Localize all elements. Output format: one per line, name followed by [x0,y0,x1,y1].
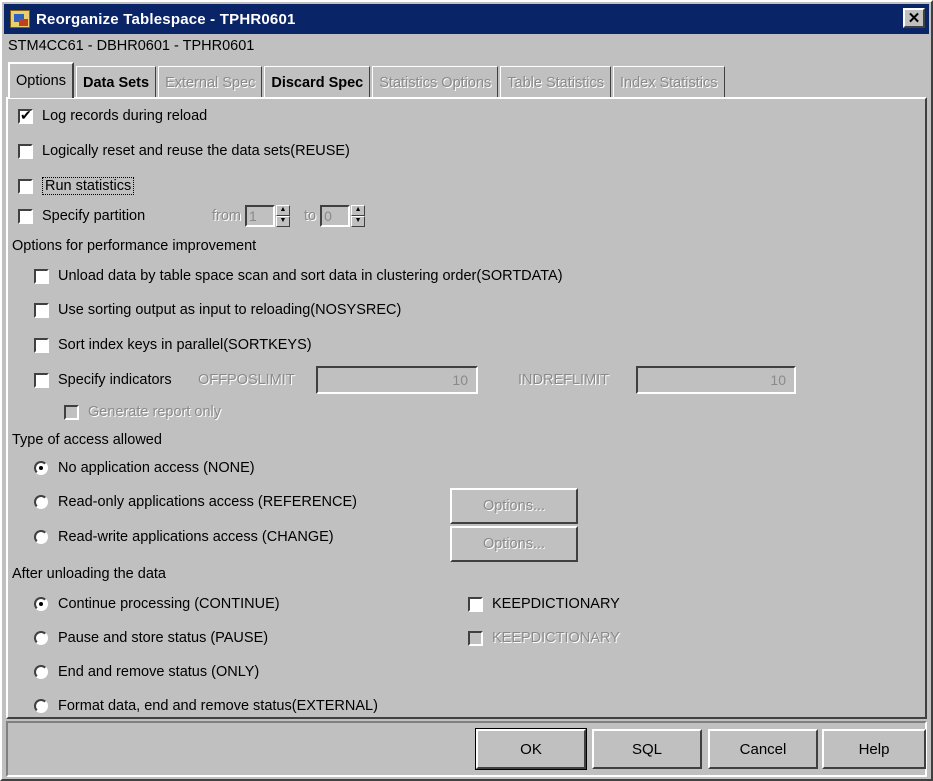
tab-statistics-options: Statistics Options [372,66,499,98]
access-change-option[interactable]: Read-write applications access (CHANGE) [34,529,334,545]
close-icon[interactable]: ✕ [903,8,925,28]
specify-partition-label: Specify partition [42,208,146,224]
unload-continue-radio[interactable] [34,597,48,611]
unload-external-radio[interactable] [34,699,48,713]
partition-from-input: 1 [245,205,275,227]
report-only-label: Generate report only [88,404,221,420]
ok-button[interactable]: OK [475,728,587,770]
run-statistics-label: Run statistics [42,177,135,195]
object-path: STM4CC61 - DBHR0601 - TPHR0601 [8,38,255,54]
cancel-button[interactable]: Cancel [708,729,818,769]
unload-pause-option[interactable]: Pause and store status (PAUSE) [34,630,268,646]
sortkeys-checkbox[interactable] [34,337,49,353]
run-statistics-checkbox[interactable] [18,178,33,194]
partition-to-input: 0 [320,205,351,227]
sortkeys-label: Sort index keys in parallel(SORTKEYS) [58,337,312,353]
window-title: Reorganize Tablespace - TPHR0601 [36,10,296,28]
access-reference-option[interactable]: Read-only applications access (REFERENCE… [34,494,357,510]
tab-external-spec: External Spec [158,66,263,98]
keepdictionary-disabled-label: KEEPDICTIONARY [492,630,620,646]
indicators-checkbox[interactable] [34,372,49,388]
tab-strip: Options Data Sets External Spec Discard … [8,62,727,98]
tablespace-app-icon [10,10,30,28]
partition-to-spinner: ▲ ▼ [351,205,366,227]
unload-continue-label: Continue processing (CONTINUE) [58,596,280,612]
reuse-checkbox[interactable] [18,143,33,159]
nosysrec-option[interactable]: Use sorting output as input to reloading… [34,302,401,318]
keepdictionary-disabled-option: KEEPDICTIONARY [468,630,620,646]
access-none-option[interactable]: No application access (NONE) [34,460,255,476]
reuse-label: Logically reset and reuse the data sets(… [42,143,350,159]
tab-data-sets[interactable]: Data Sets [75,66,157,98]
nosysrec-checkbox[interactable] [34,302,49,318]
access-change-radio[interactable] [34,530,48,544]
tab-table-statistics: Table Statistics [500,66,611,98]
sortdata-label: Unload data by table space scan and sort… [58,268,563,284]
keepdictionary-checkbox[interactable] [468,596,483,612]
sortdata-option[interactable]: Unload data by table space scan and sort… [34,268,563,284]
indicators-label: Specify indicators [58,372,172,388]
indreflimit-field: 10 [636,366,796,394]
specify-partition-checkbox[interactable] [18,208,33,224]
dialog-window: Reorganize Tablespace - TPHR0601 ✕ STM4C… [0,0,933,781]
keepdictionary-option[interactable]: KEEPDICTIONARY [468,596,620,612]
log-records-checkbox[interactable] [18,107,33,124]
sortkeys-option[interactable]: Sort index keys in parallel(SORTKEYS) [34,337,312,353]
reference-options-button: Options... [450,488,578,524]
performance-heading: Options for performance improvement [12,238,257,254]
unload-external-label: Format data, end and remove status(EXTER… [58,698,378,714]
run-statistics-option[interactable]: Run statistics [18,177,135,195]
tab-discard-spec[interactable]: Discard Spec [264,66,371,98]
log-records-label: Log records during reload [42,108,208,124]
unload-pause-radio[interactable] [34,631,48,645]
offposlimit-label: OFFPOSLIMIT [198,372,295,388]
keepdictionary-label: KEEPDICTIONARY [492,596,620,612]
unload-heading: After unloading the data [12,566,166,582]
access-heading: Type of access allowed [12,432,162,448]
access-change-label: Read-write applications access (CHANGE) [58,529,334,545]
unload-pause-label: Pause and store status (PAUSE) [58,630,269,646]
help-button[interactable]: Help [822,729,926,769]
title-bar[interactable]: Reorganize Tablespace - TPHR0601 ✕ [4,4,929,34]
partition-to-label: to [304,208,317,224]
tab-index-statistics: Index Statistics [612,66,725,98]
access-none-label: No application access (NONE) [58,460,255,476]
change-options-button: Options... [450,526,578,562]
report-only-checkbox [64,404,79,420]
partition-from-spinner: ▲ ▼ [276,205,290,227]
unload-only-option[interactable]: End and remove status (ONLY) [34,664,259,680]
nosysrec-label: Use sorting output as input to reloading… [58,302,402,318]
unload-only-radio[interactable] [34,665,48,679]
unload-external-option[interactable]: Format data, end and remove status(EXTER… [34,698,378,714]
reuse-option[interactable]: Logically reset and reuse the data sets(… [18,143,350,159]
indreflimit-label: INDREFLIMIT [518,372,610,388]
sql-button[interactable]: SQL [592,729,702,769]
access-none-radio[interactable] [34,461,48,475]
report-only-option: Generate report only [64,404,221,420]
keepdictionary-disabled-checkbox [468,630,483,646]
specify-partition-option[interactable]: Specify partition from 1 ▲ ▼ to 0 ▲ ▼ [18,205,366,227]
access-reference-label: Read-only applications access (REFERENCE… [58,494,357,510]
partition-from-label: from [212,208,241,224]
sortdata-checkbox[interactable] [34,268,49,284]
unload-continue-option[interactable]: Continue processing (CONTINUE) [34,596,280,612]
tab-options[interactable]: Options [8,62,74,98]
indicators-option[interactable]: Specify indicators OFFPOSLIMIT 10 INDREF… [34,366,796,394]
offposlimit-field: 10 [316,366,478,394]
log-records-option[interactable]: Log records during reload [18,107,208,124]
access-reference-radio[interactable] [34,495,48,509]
unload-only-label: End and remove status (ONLY) [58,664,260,680]
